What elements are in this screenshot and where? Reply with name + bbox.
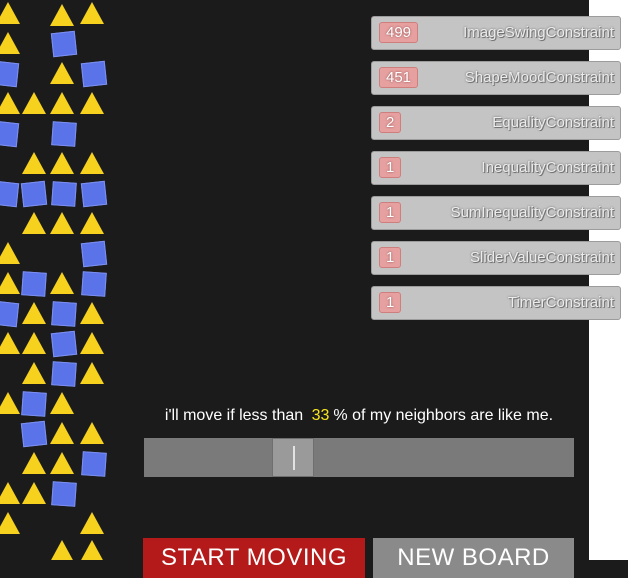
triangle-shape-icon[interactable] bbox=[0, 512, 20, 534]
triangle-shape-icon[interactable] bbox=[50, 272, 74, 294]
triangle-shape-icon[interactable] bbox=[22, 362, 46, 384]
triangle-shape-icon[interactable] bbox=[0, 332, 20, 354]
triangle-shape-icon[interactable] bbox=[80, 540, 104, 560]
triangle-shape-icon[interactable] bbox=[80, 2, 104, 24]
constraint-name: EqualityConstraint bbox=[492, 114, 614, 131]
constraint-name: ShapeMoodConstraint bbox=[464, 69, 614, 86]
square-shape-icon[interactable] bbox=[51, 361, 77, 387]
triangle-shape-icon[interactable] bbox=[50, 92, 74, 114]
constraint-name: TimerConstraint bbox=[507, 294, 614, 311]
constraint-count: 1 bbox=[379, 292, 402, 313]
triangle-shape-icon[interactable] bbox=[22, 152, 46, 174]
square-shape-icon[interactable] bbox=[21, 391, 47, 417]
square-shape-icon[interactable] bbox=[51, 121, 77, 147]
square-shape-icon[interactable] bbox=[0, 180, 20, 208]
square-shape-icon[interactable] bbox=[51, 181, 77, 207]
triangle-shape-icon[interactable] bbox=[50, 212, 74, 234]
square-shape-icon[interactable] bbox=[80, 60, 108, 88]
triangle-shape-icon[interactable] bbox=[80, 212, 104, 234]
constraint-list: 499 ImageSwingConstraint 451 ShapeMoodCo… bbox=[371, 16, 621, 331]
triangle-shape-icon[interactable] bbox=[0, 482, 20, 504]
constraint-count: 451 bbox=[379, 67, 419, 88]
square-shape-icon[interactable] bbox=[0, 60, 20, 88]
constraint-count: 499 bbox=[379, 22, 419, 43]
triangle-shape-icon[interactable] bbox=[80, 92, 104, 114]
constraint-name: SliderValueConstraint bbox=[470, 249, 614, 266]
triangle-shape-icon[interactable] bbox=[0, 32, 20, 54]
triangle-shape-icon[interactable] bbox=[22, 92, 46, 114]
constraint-name: SumInequalityConstraint bbox=[450, 204, 614, 221]
triangle-shape-icon[interactable] bbox=[80, 362, 104, 384]
square-shape-icon[interactable] bbox=[20, 180, 48, 208]
constraint-count: 1 bbox=[379, 202, 402, 223]
constraint-item: 1 SumInequalityConstraint bbox=[371, 196, 621, 230]
square-shape-icon[interactable] bbox=[51, 301, 77, 327]
triangle-shape-icon[interactable] bbox=[22, 452, 46, 474]
triangle-shape-icon[interactable] bbox=[50, 452, 74, 474]
triangle-shape-icon[interactable] bbox=[50, 540, 74, 560]
constraint-count: 2 bbox=[379, 112, 402, 133]
constraint-count: 1 bbox=[379, 157, 402, 178]
triangle-shape-icon[interactable] bbox=[0, 242, 20, 264]
rule-percent-sign: % bbox=[333, 407, 348, 424]
square-shape-icon[interactable] bbox=[50, 30, 78, 58]
square-shape-icon[interactable] bbox=[21, 271, 47, 297]
triangle-shape-icon[interactable] bbox=[80, 332, 104, 354]
constraint-name: ImageSwingConstraint bbox=[463, 24, 614, 41]
triangle-shape-icon[interactable] bbox=[0, 272, 20, 294]
constraint-name: InequalityConstraint bbox=[481, 159, 614, 176]
triangle-shape-icon[interactable] bbox=[80, 512, 104, 534]
square-shape-icon[interactable] bbox=[81, 451, 107, 477]
triangle-shape-icon[interactable] bbox=[0, 92, 20, 114]
constraint-item: 1 SliderValueConstraint bbox=[371, 241, 621, 275]
rule-prefix: i'll move if less than bbox=[164, 407, 304, 424]
square-shape-icon[interactable] bbox=[20, 420, 48, 448]
triangle-shape-icon[interactable] bbox=[50, 62, 74, 84]
square-shape-icon[interactable] bbox=[0, 300, 20, 328]
square-shape-icon[interactable] bbox=[51, 481, 77, 507]
triangle-shape-icon[interactable] bbox=[0, 2, 20, 24]
rule-suffix: of my neighbors are like me. bbox=[352, 407, 554, 424]
square-shape-icon[interactable] bbox=[50, 330, 78, 358]
triangle-shape-icon[interactable] bbox=[80, 152, 104, 174]
square-shape-icon[interactable] bbox=[0, 120, 20, 148]
constraint-item: 499 ImageSwingConstraint bbox=[371, 16, 621, 50]
triangle-shape-icon[interactable] bbox=[80, 302, 104, 324]
constraint-item: 2 EqualityConstraint bbox=[371, 106, 621, 140]
triangle-shape-icon[interactable] bbox=[0, 392, 20, 414]
move-rule-text: i'll move if less than 33% of my neighbo… bbox=[144, 407, 574, 425]
triangle-shape-icon[interactable] bbox=[22, 302, 46, 324]
new-board-button[interactable]: NEW BOARD bbox=[373, 538, 574, 578]
constraint-item: 1 InequalityConstraint bbox=[371, 151, 621, 185]
square-shape-icon[interactable] bbox=[80, 240, 108, 268]
triangle-shape-icon[interactable] bbox=[50, 4, 74, 26]
triangle-shape-icon[interactable] bbox=[50, 422, 74, 444]
constraint-item: 1 TimerConstraint bbox=[371, 286, 621, 320]
shape-board[interactable] bbox=[0, 0, 110, 560]
triangle-shape-icon[interactable] bbox=[50, 392, 74, 414]
threshold-slider[interactable] bbox=[144, 438, 574, 477]
triangle-shape-icon[interactable] bbox=[22, 482, 46, 504]
triangle-shape-icon[interactable] bbox=[22, 212, 46, 234]
slider-grip-icon bbox=[293, 446, 295, 470]
triangle-shape-icon[interactable] bbox=[80, 422, 104, 444]
start-moving-button[interactable]: START MOVING bbox=[143, 538, 365, 578]
triangle-shape-icon[interactable] bbox=[50, 152, 74, 174]
rule-percent-value: 33 bbox=[311, 407, 330, 424]
triangle-shape-icon[interactable] bbox=[22, 332, 46, 354]
square-shape-icon[interactable] bbox=[81, 271, 107, 297]
constraint-count: 1 bbox=[379, 247, 402, 268]
constraint-item: 451 ShapeMoodConstraint bbox=[371, 61, 621, 95]
slider-handle[interactable] bbox=[272, 438, 314, 477]
square-shape-icon[interactable] bbox=[80, 180, 108, 208]
